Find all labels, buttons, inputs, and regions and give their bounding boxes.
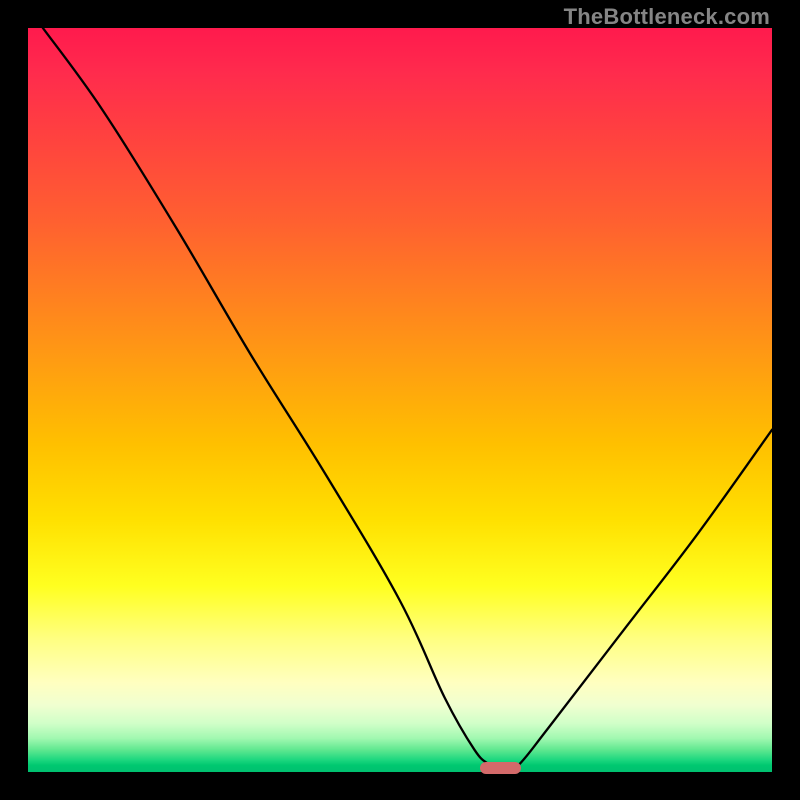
chart-container: TheBottleneck.com — [0, 0, 800, 800]
watermark-text: TheBottleneck.com — [564, 4, 770, 30]
plot-area — [28, 28, 772, 772]
minimum-marker — [480, 762, 521, 774]
bottleneck-curve — [28, 28, 772, 772]
